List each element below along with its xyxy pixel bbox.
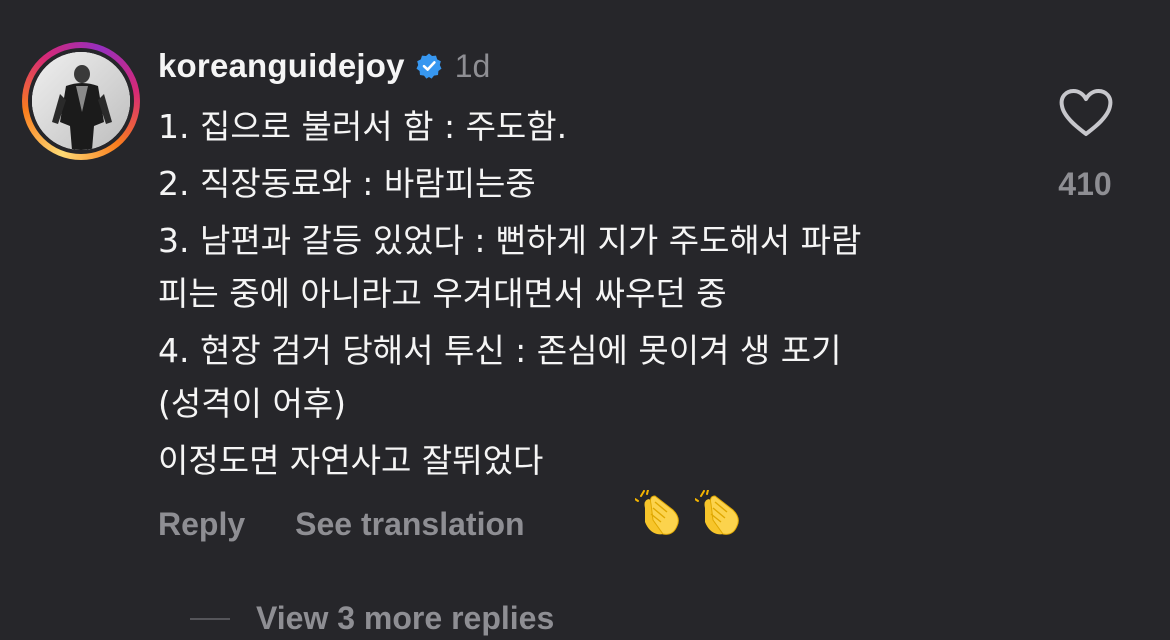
comment-header: koreanguidejoy 1d <box>158 44 490 88</box>
like-count: 410 <box>1058 166 1112 202</box>
clapping-hands-icon <box>611 437 740 535</box>
heart-outline-icon[interactable] <box>1058 88 1114 138</box>
replies-divider <box>190 617 230 620</box>
comment-body: 1. 집으로 불러서 함 : 주도함. 2. 직장동료와 : 바람피는중 3. … <box>158 100 1018 535</box>
comment-line: 1. 집으로 불러서 함 : 주도함. <box>158 107 568 146</box>
avatar-story-ring[interactable] <box>22 42 140 160</box>
reply-button[interactable]: Reply <box>158 506 245 543</box>
username-link[interactable]: koreanguidejoy <box>158 47 405 85</box>
comment-line: 2. 직장동료와 : 바람피는중 <box>158 164 536 203</box>
clapping-hands-icon <box>551 437 680 535</box>
avatar[interactable] <box>32 52 130 150</box>
comment-line: 4. 현장 검거 당해서 투신 : 존심에 못이겨 생 포기 <box>158 331 842 370</box>
comment-line-with-emoji: 이정도면 자연사고 잘뛰었다 <box>158 434 1018 535</box>
comment-line: 이정도면 자연사고 잘뛰었다 <box>158 441 544 480</box>
view-more-replies-button[interactable]: View 3 more replies <box>256 600 554 637</box>
comment-line: (성격이 어후) <box>158 384 347 423</box>
avatar-image <box>32 52 130 150</box>
see-translation-button[interactable]: See translation <box>295 506 524 543</box>
view-replies-row[interactable]: View 3 more replies <box>190 600 554 637</box>
comment-line: 피는 중에 아니라고 우겨대면서 싸우던 중 <box>158 274 727 313</box>
comment-line: 3. 남편과 갈등 있었다 : 뻔하게 지가 주도해서 파람 <box>158 221 862 260</box>
comment-actions: Reply See translation <box>158 506 525 543</box>
timestamp: 1d <box>454 47 491 84</box>
comment: koreanguidejoy 1d 1. 집으로 불러서 함 : 주도함. 2.… <box>0 0 1170 640</box>
verified-badge-icon <box>415 52 443 80</box>
